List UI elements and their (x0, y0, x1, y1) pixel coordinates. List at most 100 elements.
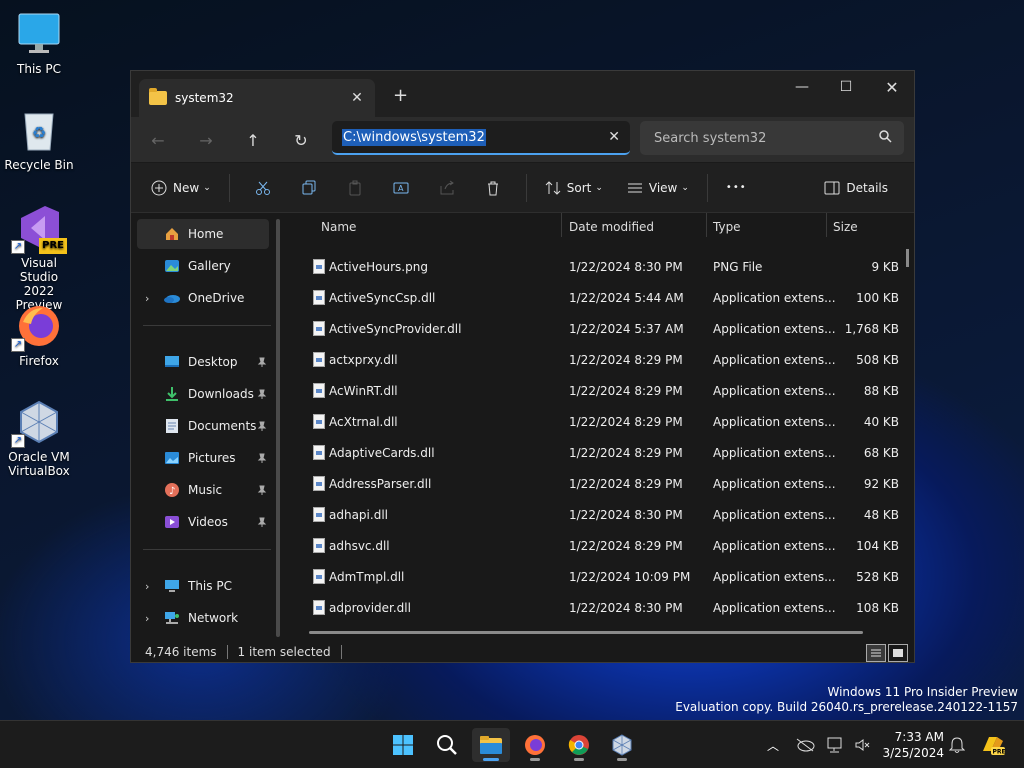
forward-button[interactable]: → (191, 127, 221, 153)
nav-item-home[interactable]: Home (137, 219, 269, 249)
file-type: Application extens... (713, 445, 836, 460)
new-button[interactable]: New ⌄ (143, 172, 219, 204)
chevron-right-icon[interactable]: › (145, 292, 149, 305)
refresh-button[interactable]: ↻ (286, 127, 316, 153)
volume-tray-button[interactable] (852, 721, 874, 768)
table-row[interactable]: AcXtrnal.dll 1/22/2024 8:29 PM Application… (293, 406, 913, 437)
minimize-button[interactable]: — (779, 71, 825, 103)
file-type: Application extens... (713, 290, 836, 305)
chevron-right-icon[interactable]: › (145, 612, 149, 625)
pin-icon[interactable] (257, 388, 267, 402)
address-field[interactable]: C:\windows\system32 ✕ (332, 121, 630, 155)
table-row[interactable]: AdmTmpl.dll 1/22/2024 10:09 PM Application… (293, 561, 913, 592)
desktop-icon-visual-studio[interactable]: PRE ↗ Visual Studio 2022 Preview (1, 204, 77, 312)
virtualbox-taskbar-button[interactable] (603, 728, 641, 762)
notifications-button[interactable] (946, 721, 968, 768)
nav-item-pictures[interactable]: Pictures (137, 443, 269, 473)
table-row[interactable]: AddressParser.dll 1/22/2024 8:29 PM Applic… (293, 468, 913, 499)
pin-icon[interactable] (257, 516, 267, 530)
file-explorer-taskbar-button[interactable] (472, 728, 510, 762)
file-date: 1/22/2024 5:44 AM (569, 290, 684, 305)
search-button[interactable] (428, 728, 466, 762)
table-row[interactable]: AdaptiveCards.dll 1/22/2024 8:29 PM Applic… (293, 437, 913, 468)
close-window-button[interactable]: ✕ (869, 71, 915, 103)
chevron-right-icon[interactable]: › (145, 580, 149, 593)
cut-button[interactable] (240, 172, 286, 204)
network-icon (163, 610, 181, 626)
table-row[interactable]: ActiveHours.png 1/22/2024 8:30 PM PNG File… (293, 251, 913, 282)
firefox-icon: ↗ (11, 302, 63, 352)
nav-item-gallery[interactable]: Gallery (137, 251, 269, 281)
nav-item-videos[interactable]: Videos (137, 507, 269, 537)
chrome-taskbar-button[interactable] (560, 728, 598, 762)
rename-button[interactable]: A (378, 172, 424, 204)
start-button[interactable] (384, 728, 422, 762)
nav-item-music[interactable]: ♪ Music (137, 475, 269, 505)
file-list-scrollbar[interactable] (906, 249, 909, 267)
desktop-icon-virtualbox[interactable]: ↗ Oracle VM VirtualBox (1, 398, 77, 478)
more-options-button[interactable]: ••• (718, 172, 755, 204)
file-icon (313, 476, 325, 491)
table-row[interactable]: adhapi.dll 1/22/2024 8:30 PM Application e… (293, 499, 913, 530)
paste-button[interactable] (332, 172, 378, 204)
divider (525, 173, 527, 202)
desktop-icon-recycle-bin[interactable]: ♻ Recycle Bin (1, 106, 77, 172)
divider (228, 173, 230, 202)
copy-button[interactable] (286, 172, 332, 204)
nav-item-label: Pictures (188, 451, 236, 465)
nav-item-documents[interactable]: Documents (137, 411, 269, 441)
pin-icon[interactable] (257, 356, 267, 370)
back-button[interactable]: ← (143, 127, 173, 153)
delete-button[interactable] (470, 172, 516, 204)
horizontal-scrollbar[interactable] (309, 631, 863, 634)
copy-icon (302, 180, 316, 194)
nav-item-label: Documents (188, 419, 257, 433)
pin-icon[interactable] (257, 452, 267, 466)
pin-icon[interactable] (257, 484, 267, 498)
details-view-button[interactable] (866, 644, 886, 662)
table-row[interactable]: ActiveSyncCsp.dll 1/22/2024 5:44 AM Applic… (293, 282, 913, 313)
desktop-icon-this-pc[interactable]: This PC (1, 10, 77, 76)
table-row[interactable]: adhsvc.dll 1/22/2024 8:29 PM Application e… (293, 530, 913, 561)
nav-item-desktop[interactable]: Desktop (137, 347, 269, 377)
network-tray-button[interactable] (824, 721, 848, 768)
sort-button[interactable]: Sort ⌄ (537, 172, 611, 204)
table-row[interactable]: actxprxy.dll 1/22/2024 8:29 PM Application… (293, 344, 913, 375)
file-size: 104 KB (856, 538, 899, 553)
clear-address-icon[interactable]: ✕ (608, 129, 620, 145)
onedrive-tray-button[interactable] (792, 721, 818, 768)
table-row[interactable]: AcWinRT.dll 1/22/2024 8:29 PM Application … (293, 375, 913, 406)
desktop-icon-firefox[interactable]: ↗ Firefox (1, 302, 77, 368)
desktop-icon-label: Visual Studio (19, 256, 59, 284)
nav-item-network[interactable]: › Network (137, 603, 269, 633)
file-date: 1/22/2024 8:29 PM (569, 538, 683, 553)
table-row[interactable]: adprovider.dll 1/22/2024 8:30 PM Applicati… (293, 592, 913, 623)
nav-item-this-pc[interactable]: › This PC (137, 571, 269, 601)
plus-circle-icon (151, 180, 167, 195)
tab-system32[interactable]: system32 ✕ (139, 79, 375, 117)
share-button[interactable] (424, 172, 470, 204)
nav-scrollbar[interactable] (276, 219, 280, 637)
nav-item-onedrive[interactable]: › OneDrive (137, 283, 269, 313)
new-tab-button[interactable]: + (393, 85, 408, 106)
close-tab-icon[interactable]: ✕ (345, 90, 369, 106)
copilot-button[interactable]: PRE (978, 721, 1006, 768)
firefox-icon (525, 735, 545, 755)
pin-icon[interactable] (257, 420, 267, 434)
music-icon: ♪ (163, 482, 181, 498)
nav-item-downloads[interactable]: Downloads (137, 379, 269, 409)
file-name: adhsvc.dll (329, 538, 390, 553)
firefox-taskbar-button[interactable] (516, 728, 554, 762)
view-button[interactable]: View ⌄ (619, 172, 697, 204)
show-hidden-icons-button[interactable]: ︿ (762, 721, 784, 768)
maximize-button[interactable]: ☐ (823, 71, 869, 103)
tab-bar: system32 ✕ + — ☐ ✕ (131, 71, 914, 117)
table-row[interactable]: ActiveSyncProvider.dll 1/22/2024 5:37 AM A… (293, 313, 913, 344)
details-button[interactable]: Details (816, 172, 896, 204)
clock[interactable]: 7:33 AM 3/25/2024 (878, 729, 944, 761)
tiles-view-button[interactable] (888, 644, 908, 662)
up-button[interactable]: ↑ (238, 127, 268, 153)
running-indicator (617, 758, 627, 761)
watermark-line-2: Evaluation copy. Build 26040.rs_prerelea… (675, 700, 1018, 714)
search-input[interactable]: Search system32 (640, 121, 904, 155)
